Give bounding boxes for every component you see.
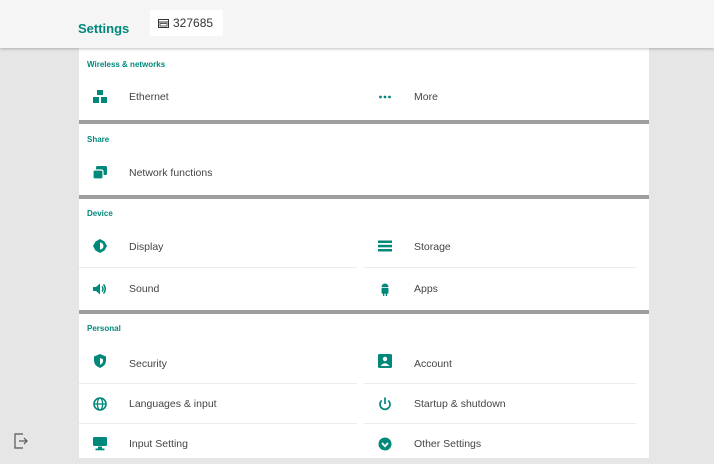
sound-item[interactable]: Sound [79, 268, 364, 310]
ethernet-item[interactable]: Ethernet [79, 74, 364, 120]
more-dots-icon [378, 90, 392, 104]
startup-shutdown-item[interactable]: Startup & shutdown [364, 384, 649, 424]
ethernet-icon [93, 90, 107, 104]
network-functions-item[interactable]: Network functions [79, 150, 364, 195]
window-tab[interactable]: 327685 [150, 10, 224, 36]
sound-icon [93, 282, 107, 296]
sound-label: Sound [129, 283, 160, 295]
window-tab-icon [158, 18, 169, 28]
storage-icon [378, 239, 392, 253]
section-title-wireless: Wireless & networks [87, 60, 166, 69]
other-settings-icon [378, 437, 392, 451]
apps-item[interactable]: Apps [364, 268, 649, 310]
security-shield-icon [93, 354, 107, 368]
network-functions-icon [93, 166, 107, 180]
window-tab-label: 327685 [173, 16, 214, 30]
account-icon [378, 354, 392, 368]
section-title-device: Device [87, 209, 113, 218]
more-label: More [414, 91, 438, 103]
startup-shutdown-label: Startup & shutdown [414, 398, 506, 410]
account-label: Account [414, 358, 452, 370]
network-functions-label: Network functions [129, 166, 213, 179]
globe-icon [93, 397, 107, 411]
other-settings-item[interactable]: Other Settings [364, 424, 649, 464]
section-title-share: Share [87, 135, 110, 144]
section-share: Share Network functions [79, 124, 649, 195]
ethernet-label: Ethernet [129, 91, 169, 103]
apps-android-icon [378, 282, 392, 296]
storage-label: Storage [414, 240, 451, 253]
storage-item[interactable]: Storage [364, 225, 649, 268]
display-brightness-icon [93, 239, 107, 253]
section-title-personal: Personal [87, 324, 121, 333]
exit-button[interactable] [12, 431, 30, 451]
security-label: Security [129, 358, 167, 370]
settings-panel: Wireless & networks Ethernet More Share … [79, 48, 649, 458]
apps-label: Apps [414, 283, 438, 295]
account-item[interactable]: Account [364, 344, 649, 384]
input-setting-label: Input Setting [129, 438, 188, 450]
display-item[interactable]: Display [79, 225, 364, 268]
section-personal: Personal Security Account Languages & in… [79, 314, 649, 464]
languages-input-label: Languages & input [129, 398, 217, 410]
input-setting-item[interactable]: Input Setting [79, 424, 364, 464]
power-icon [378, 397, 392, 411]
languages-input-item[interactable]: Languages & input [79, 384, 364, 424]
section-wireless-networks: Wireless & networks Ethernet More [79, 48, 649, 120]
app-bar: Settings 327685 [0, 0, 714, 48]
display-label: Display [129, 240, 164, 253]
more-item[interactable]: More [364, 74, 649, 120]
section-device: Device Display Storage Sound Apps [79, 199, 649, 310]
exit-icon [14, 433, 28, 449]
security-item[interactable]: Security [79, 344, 364, 384]
input-setting-icon [93, 437, 107, 451]
page-title: Settings [78, 21, 130, 36]
other-settings-label: Other Settings [414, 438, 482, 450]
